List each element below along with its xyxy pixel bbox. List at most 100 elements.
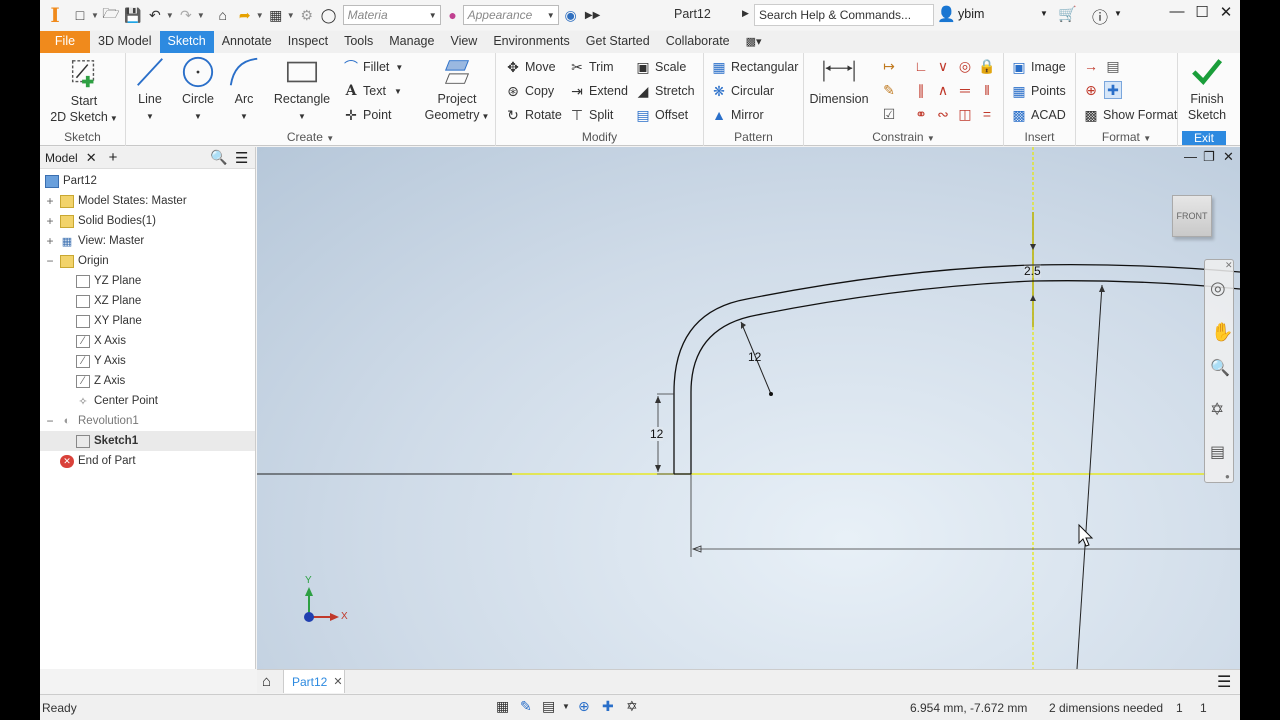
tab-inspect[interactable]: Inspect: [280, 31, 336, 53]
tree-item-solid-bodies[interactable]: + Solid Bodies(1): [40, 211, 255, 231]
horizontal-icon[interactable]: ═: [956, 81, 974, 99]
constraint-settings-icon[interactable]: ☑: [880, 105, 898, 123]
tab-tools[interactable]: Tools: [336, 31, 381, 53]
home-tab-icon[interactable]: ⌂: [262, 673, 271, 690]
viewcube[interactable]: FRONT: [1172, 195, 1212, 237]
constraint-inference-icon[interactable]: ✎: [520, 698, 532, 715]
redo-dropdown-icon[interactable]: ▼: [197, 11, 205, 20]
close-button[interactable]: ✕: [1214, 3, 1238, 21]
search-expand-icon[interactable]: ▶: [742, 8, 749, 19]
maximize-button[interactable]: ☐: [1190, 3, 1214, 21]
center-point-icon[interactable]: ⊕: [1082, 81, 1100, 99]
project-geometry-button[interactable]: Project Geometry ▼: [424, 55, 490, 125]
cart-icon[interactable]: 🛒: [1058, 5, 1077, 23]
offset-button[interactable]: ▤ Offset: [634, 105, 688, 125]
tree-item-revolution1[interactable]: − ◐ Revolution1: [40, 411, 255, 431]
rectangle-dropdown-icon[interactable]: ▼: [298, 112, 306, 121]
start-2d-sketch-button[interactable]: Start 2D Sketch ▼: [46, 57, 122, 127]
perpendicular-icon[interactable]: ∧: [934, 81, 952, 99]
vertical-icon[interactable]: ‖: [978, 81, 996, 99]
line-button[interactable]: Line ▼: [132, 55, 168, 125]
tab-collaborate[interactable]: Collaborate: [658, 31, 738, 53]
navbar-options-icon[interactable]: ●: [1225, 472, 1230, 481]
add-browser-icon[interactable]: +: [109, 149, 118, 166]
clear-appearance-icon[interactable]: ◉: [561, 4, 581, 26]
fillet-dropdown-icon[interactable]: ▼: [395, 63, 403, 72]
material-combo[interactable]: Materia ▼: [342, 5, 441, 25]
fillet-button[interactable]: ⌒ Fillet ▼: [342, 57, 403, 77]
undo-icon[interactable]: ↶: [145, 4, 165, 26]
tab-annotate[interactable]: Annotate: [214, 31, 280, 53]
project-dropdown-icon[interactable]: ▼: [481, 112, 489, 121]
move-button[interactable]: ✥ Move: [504, 57, 555, 77]
tree-item-view-master[interactable]: + ▦ View: Master: [40, 231, 255, 251]
help-icon[interactable]: ⓘ: [1092, 4, 1108, 28]
status-dropdown-icon[interactable]: ▼: [562, 702, 570, 711]
steering-wheel-icon[interactable]: ◎: [1210, 278, 1226, 299]
close-icon[interactable]: ✕: [333, 675, 342, 688]
new-dropdown-icon[interactable]: ▼: [91, 11, 99, 20]
rectangular-pattern-button[interactable]: ▦ Rectangular: [710, 57, 798, 77]
measure-icon[interactable]: ▦: [266, 4, 286, 26]
tree-item-yz-plane[interactable]: YZ Plane: [40, 271, 255, 291]
tree-item-end-of-part[interactable]: ✕ End of Part: [40, 451, 255, 471]
close-browser-icon[interactable]: ✕: [86, 150, 97, 166]
radius-dimension[interactable]: 12: [748, 350, 761, 364]
rotate-button[interactable]: ↻ Rotate: [504, 105, 562, 125]
smooth-icon[interactable]: ∾: [934, 105, 952, 123]
rectangle-button[interactable]: Rectangle ▼: [270, 55, 334, 125]
open-folder-icon[interactable]: 🗁: [101, 4, 121, 26]
start-dropdown-icon[interactable]: ▼: [110, 114, 118, 123]
search-input[interactable]: Search Help & Commands...: [754, 4, 934, 26]
tab-sketch[interactable]: Sketch: [159, 31, 214, 53]
tree-item-sketch1[interactable]: Sketch1: [40, 431, 255, 451]
trim-button[interactable]: ✂ Trim: [568, 57, 613, 77]
scale-button[interactable]: ▣ Scale: [634, 57, 686, 77]
tab-3d-model[interactable]: 3D Model: [90, 31, 160, 53]
fix-icon[interactable]: 🔒: [978, 57, 996, 75]
user-icon[interactable]: 👤: [937, 5, 956, 23]
show-dof-icon[interactable]: ✚: [602, 698, 614, 715]
appearance-combo[interactable]: Appearance ▼: [462, 5, 559, 25]
user-dropdown-icon[interactable]: ▼: [1040, 9, 1048, 18]
finish-sketch-button[interactable]: Finish Sketch: [1182, 55, 1232, 123]
stretch-button[interactable]: ◢ Stretch: [634, 81, 695, 101]
tree-item-center-point[interactable]: ✧ Center Point: [40, 391, 255, 411]
tab-manage[interactable]: Manage: [381, 31, 442, 53]
tree-item-x-axis[interactable]: ∕ X Axis: [40, 331, 255, 351]
tree-item-xz-plane[interactable]: XZ Plane: [40, 291, 255, 311]
tree-item-z-axis[interactable]: ∕ Z Axis: [40, 371, 255, 391]
constraint-persist-icon[interactable]: ▤: [542, 698, 555, 715]
collinear-icon[interactable]: ∨: [934, 57, 952, 75]
line-dropdown-icon[interactable]: ▼: [146, 112, 154, 121]
tab-environments[interactable]: Environments: [485, 31, 577, 53]
doc-tab-part12[interactable]: Part12 ✕: [283, 670, 345, 693]
point-button[interactable]: ✛ Point: [342, 105, 391, 125]
create-panel-label[interactable]: Create ▼: [126, 130, 495, 144]
pan-icon[interactable]: ✋: [1211, 322, 1233, 343]
model-tab[interactable]: Model: [45, 151, 78, 165]
arc-center-point[interactable]: [769, 392, 773, 396]
expand-plus-icon[interactable]: +: [45, 214, 55, 228]
expand-plus-icon[interactable]: +: [45, 194, 55, 208]
height-dimension[interactable]: 12: [650, 427, 664, 441]
update-icon[interactable]: ⚙: [297, 4, 317, 26]
split-button[interactable]: ⊤ Split: [568, 105, 613, 125]
measure-dropdown-icon[interactable]: ▼: [287, 11, 295, 20]
circular-pattern-button[interactable]: ❋ Circular: [710, 81, 774, 101]
tab-file[interactable]: File: [40, 31, 90, 53]
graphics-window[interactable]: — ❐ ✕ 2.5 12 12 Y X FRONT ✕ ◎ ✋ 🔍 ✡ ▤ ●: [257, 147, 1240, 669]
coincident-icon[interactable]: ∟: [912, 57, 930, 75]
navbar-close-icon[interactable]: ✕: [1225, 260, 1233, 271]
undo-dropdown-icon[interactable]: ▼: [166, 11, 174, 20]
arc-button[interactable]: Arc ▼: [226, 55, 262, 125]
acad-button[interactable]: ▩ ACAD: [1010, 105, 1065, 125]
new-file-icon[interactable]: □: [70, 4, 90, 26]
driven-dimension-icon[interactable]: ✚: [1104, 81, 1122, 99]
text-button[interactable]: A Text ▼: [342, 81, 402, 101]
tree-item-y-axis[interactable]: ∕ Y Axis: [40, 351, 255, 371]
look-at-icon[interactable]: ▤: [1210, 442, 1225, 462]
user-name[interactable]: ybim: [958, 7, 984, 21]
tab-get-started[interactable]: Get Started: [578, 31, 658, 53]
minimize-button[interactable]: —: [1165, 3, 1189, 20]
